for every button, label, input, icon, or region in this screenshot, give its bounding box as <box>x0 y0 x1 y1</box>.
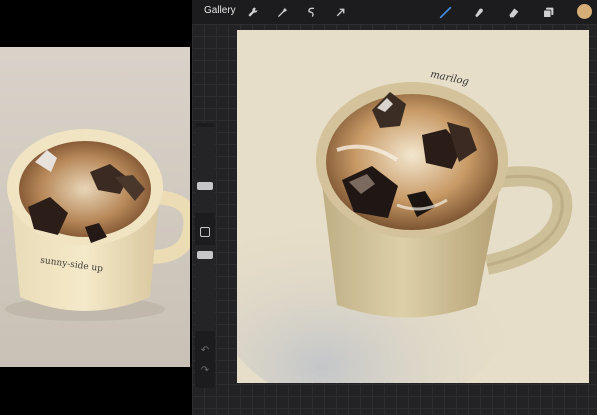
color-swatch-button[interactable] <box>577 4 592 19</box>
painted-mug-illustration <box>237 30 589 383</box>
side-slider-bar: ↶ ↷ <box>195 123 215 388</box>
layers-icon[interactable] <box>540 4 556 20</box>
brush-size-slider[interactable] <box>195 127 215 213</box>
eraser-icon[interactable] <box>505 4 521 20</box>
selection-icon[interactable] <box>303 4 319 20</box>
brush-size-thumb[interactable] <box>197 182 213 190</box>
opacity-slider[interactable] <box>195 245 215 331</box>
magic-wand-icon[interactable] <box>274 4 290 20</box>
wrench-icon[interactable] <box>244 4 260 20</box>
square-modify-icon[interactable] <box>200 227 210 237</box>
transform-arrow-icon[interactable] <box>332 4 348 20</box>
procreate-app: Gallery ↶ ↷ marilog <box>192 0 597 415</box>
reference-pane: sunny-side up <box>0 0 192 415</box>
opacity-thumb[interactable] <box>197 251 213 259</box>
reference-photo: sunny-side up <box>0 47 190 367</box>
reference-mug-illustration <box>5 129 190 321</box>
redo-arrow-icon[interactable]: ↷ <box>199 365 211 376</box>
top-toolbar: Gallery <box>192 0 597 24</box>
smudge-icon[interactable] <box>470 4 486 20</box>
gallery-button[interactable]: Gallery <box>204 5 236 16</box>
undo-arrow-icon[interactable]: ↶ <box>199 345 211 356</box>
brush-icon[interactable] <box>437 4 453 20</box>
drawing-canvas[interactable]: marilog <box>237 30 589 383</box>
